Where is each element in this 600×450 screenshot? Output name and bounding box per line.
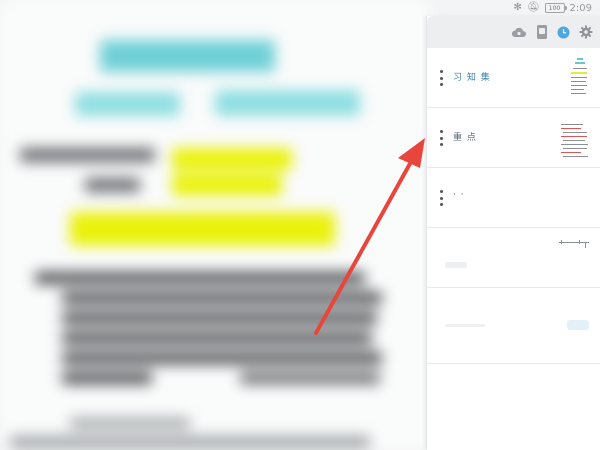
status-bar: ✻ 🔕︎ 100 2:09: [400, 0, 600, 16]
page-thumbnail-image: [557, 116, 591, 162]
panel-toolbar: [427, 16, 600, 48]
page-thumbnail-item[interactable]: · ·: [427, 168, 600, 228]
device-icon: [537, 25, 547, 39]
page-thumbnail-item[interactable]: 习 知 集: [427, 48, 600, 108]
page-thumbnail-item[interactable]: [427, 228, 600, 288]
page-title: · ·: [453, 190, 465, 200]
page-thumbnail-panel: 习 知 集 重 点 · ·: [426, 16, 600, 450]
history-button[interactable]: [557, 26, 570, 39]
bluetooth-icon: ✻: [513, 2, 522, 13]
page-thumbnail-image: [557, 56, 591, 102]
page-menu-button[interactable]: [436, 190, 446, 206]
page-thumbnail-item[interactable]: [427, 292, 600, 364]
page-title: 习 知 集: [453, 73, 491, 83]
page-menu-button[interactable]: [436, 130, 446, 146]
clock-icon: [557, 26, 570, 38]
device-button[interactable]: [536, 24, 548, 40]
cloud-sync-button[interactable]: [511, 26, 527, 38]
page-thumbnail-image: [557, 236, 591, 256]
battery-icon: 100: [544, 3, 567, 13]
gear-icon: [579, 25, 593, 39]
status-time: 2:09: [569, 2, 592, 14]
bell-mute-icon: 🔕︎: [526, 2, 540, 13]
page-title: 重 点: [453, 133, 477, 143]
page-thumbnail-item[interactable]: 重 点: [427, 108, 600, 168]
page-menu-button[interactable]: [436, 70, 446, 86]
cloud-sync-icon: [511, 27, 526, 37]
battery-level: 100: [548, 4, 561, 12]
settings-button[interactable]: [579, 25, 593, 39]
document-canvas: [0, 0, 430, 450]
